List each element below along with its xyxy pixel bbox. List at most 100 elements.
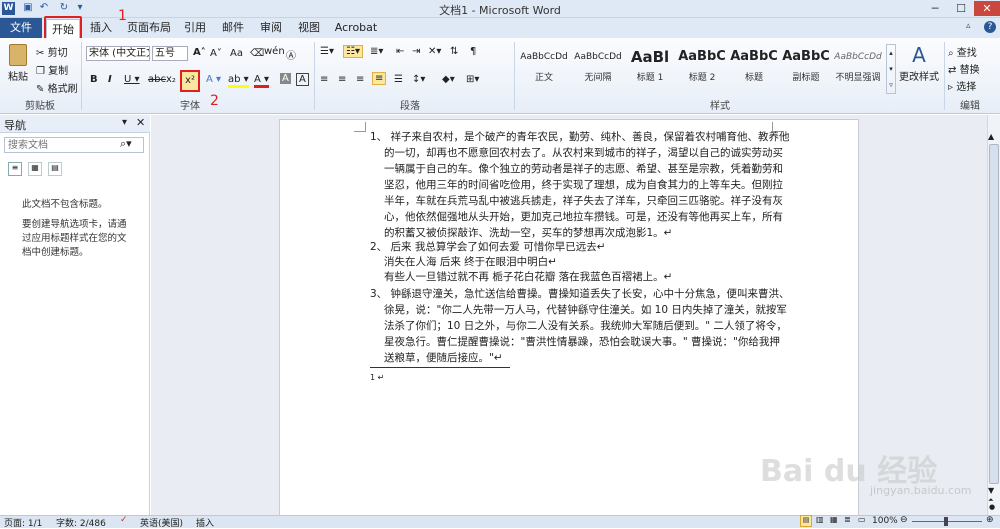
select-button[interactable]: ▹ 选择 [948, 78, 976, 93]
tab-mailings[interactable]: 邮件 [218, 18, 248, 38]
tab-acrobat[interactable]: Acrobat [334, 18, 378, 38]
zoom-in-icon[interactable]: ⊕ [986, 515, 994, 525]
style-heading-1[interactable]: AaBl 标题 1 [624, 44, 676, 90]
underline-icon[interactable]: U ▾ [124, 74, 140, 85]
style-heading-2[interactable]: AaBbC 标题 2 [676, 44, 728, 90]
style-title[interactable]: AaBbC 标题 [728, 44, 780, 90]
subscript-icon[interactable]: x₂ [166, 74, 176, 85]
style-subtle-emphasis[interactable]: AaBbCcDd 不明显强调 [832, 44, 884, 90]
clipboard-group-label: 剪贴板 [25, 101, 55, 112]
superscript-button[interactable]: x² [180, 70, 200, 92]
grow-font-icon[interactable]: A˄ [193, 47, 206, 58]
format-painter-button[interactable]: ✎ 格式刷 [36, 80, 78, 95]
insert-mode[interactable]: 插入 [196, 516, 214, 529]
zoom-slider-thumb[interactable] [944, 517, 948, 526]
change-styles-button[interactable]: A 更改样式 [898, 42, 940, 83]
style-preview: AaBbC [678, 49, 726, 64]
distributed-icon[interactable]: ☰ [394, 74, 403, 85]
italic-icon[interactable]: I [108, 74, 112, 85]
word-count[interactable]: 字数: 2/486 [56, 516, 106, 529]
numbering-icon[interactable]: ☷▾ [343, 45, 363, 58]
show-marks-icon[interactable]: ¶ [470, 46, 476, 57]
tab-insert[interactable]: 插入 [86, 18, 116, 38]
font-color-icon[interactable]: A ▾ [254, 74, 270, 88]
browse-pages-tab[interactable]: ▦ [28, 162, 42, 176]
paste-button[interactable]: 粘贴 [6, 42, 30, 94]
scroll-down-icon[interactable]: ▼ [988, 486, 994, 495]
change-case-icon[interactable]: Aa [230, 48, 243, 59]
tab-review[interactable]: 审阅 [256, 18, 286, 38]
text-effects-icon[interactable]: A ▾ [206, 74, 221, 85]
decrease-indent-icon[interactable]: ⇤ [396, 46, 404, 57]
line-spacing-icon[interactable]: ↕▾ [412, 74, 425, 85]
align-right-icon[interactable]: ≡ [356, 74, 364, 85]
char-border-icon[interactable]: A [296, 73, 309, 86]
help-icon[interactable]: ? [984, 21, 996, 33]
bullets-icon[interactable]: ☰▾ [320, 46, 334, 57]
font-name-dropdown[interactable]: 宋体 (中文正文) [86, 46, 150, 61]
strikethrough-icon[interactable]: abc [148, 74, 166, 85]
clear-format-icon[interactable]: ⌫ [250, 48, 264, 59]
tab-file[interactable]: 文件 [0, 18, 42, 38]
scroll-up-icon[interactable]: ▲ [988, 132, 994, 141]
highlight-color-icon[interactable]: ab ▾ [228, 74, 249, 88]
print-layout-view-icon[interactable]: ▤ [800, 515, 812, 527]
enclose-char-icon[interactable]: Ⓐ [286, 47, 296, 62]
full-screen-view-icon[interactable]: ▥ [816, 515, 824, 524]
scroll-thumb[interactable] [989, 144, 999, 484]
pane-options-icon[interactable]: ▾ [122, 117, 127, 128]
bold-icon[interactable]: B [90, 74, 98, 85]
divider [81, 42, 82, 110]
zoom-level[interactable]: 100% [872, 516, 898, 526]
cut-button[interactable]: ✂ 剪切 [36, 44, 68, 59]
browse-results-tab[interactable]: ▤ [48, 162, 62, 176]
chinese-layout-icon[interactable]: ✕▾ [428, 46, 441, 57]
increase-indent-icon[interactable]: ⇥ [412, 46, 420, 57]
outline-view-icon[interactable]: ≣ [844, 515, 851, 524]
phonetic-icon[interactable]: wén [264, 46, 285, 57]
minimize-button[interactable]: ─ [922, 1, 948, 16]
zoom-out-icon[interactable]: ⊖ [900, 515, 908, 525]
style-subtitle[interactable]: AaBbC 副标题 [780, 44, 832, 90]
copy-button[interactable]: ❐ 复制 [36, 62, 68, 77]
replace-label: 替换 [959, 65, 980, 76]
browse-object-icon[interactable]: ● [989, 503, 995, 511]
shading-icon[interactable]: ◆▾ [442, 74, 455, 85]
tab-references[interactable]: 引用 [180, 18, 210, 38]
browse-headings-tab[interactable]: ≡ [8, 162, 22, 176]
char-shading-icon[interactable]: A [280, 73, 291, 84]
justify-icon[interactable]: ≡ [372, 72, 387, 85]
shrink-font-icon[interactable]: A˅ [210, 48, 222, 59]
tab-page-layout[interactable]: 页面布局 [126, 18, 172, 38]
window-title: 文档1 - Microsoft Word [439, 4, 561, 17]
align-center-icon[interactable]: ≡ [338, 74, 346, 85]
sort-icon[interactable]: ⇅ [450, 46, 458, 57]
find-button[interactable]: ⌕ 查找 [948, 44, 977, 59]
no-headings-message: 此文档不包含标题。 [22, 199, 108, 210]
font-size-dropdown[interactable]: 五号 [152, 46, 188, 61]
align-left-icon[interactable]: ≡ [320, 74, 328, 85]
maximize-button[interactable]: ☐ [948, 1, 974, 16]
proofing-icon[interactable]: ✓ [120, 515, 128, 525]
style-normal[interactable]: AaBbCcDd 正文 [518, 44, 570, 90]
change-styles-label: 更改样式 [899, 72, 939, 83]
page-count[interactable]: 页面: 1/1 [4, 516, 42, 529]
doc-line: 2、 后来 我总算学会了如何去爱 可惜你早已远去↵ [370, 241, 606, 253]
borders-icon[interactable]: ⊞▾ [466, 74, 479, 85]
close-pane-icon[interactable]: ✕ [136, 116, 145, 129]
multilevel-list-icon[interactable]: ≣▾ [370, 46, 383, 57]
replace-button[interactable]: ⇄ 替换 [948, 61, 980, 76]
close-button[interactable]: ✕ [974, 1, 1000, 16]
minimize-ribbon-icon[interactable]: ▵ [966, 21, 971, 31]
styles-gallery-scroll[interactable]: ▴ ▾ ▿ [886, 44, 896, 94]
web-layout-view-icon[interactable]: ▦ [830, 515, 838, 524]
search-icon[interactable]: ⌕▾ [120, 137, 132, 151]
language[interactable]: 英语(美国) [140, 516, 183, 529]
style-no-spacing[interactable]: AaBbCcDd 无间隔 [572, 44, 624, 90]
annotation-2: 2 [210, 93, 219, 109]
doc-line: 的积蓄又被侦探敲诈、洗劫一空，买车的梦想再次成泡影1。↵ [384, 227, 673, 239]
tab-view[interactable]: 视图 [294, 18, 324, 38]
scissors-icon: ✂ [36, 48, 45, 59]
draft-view-icon[interactable]: ▭ [858, 515, 866, 524]
select-label: 选择 [956, 82, 977, 93]
